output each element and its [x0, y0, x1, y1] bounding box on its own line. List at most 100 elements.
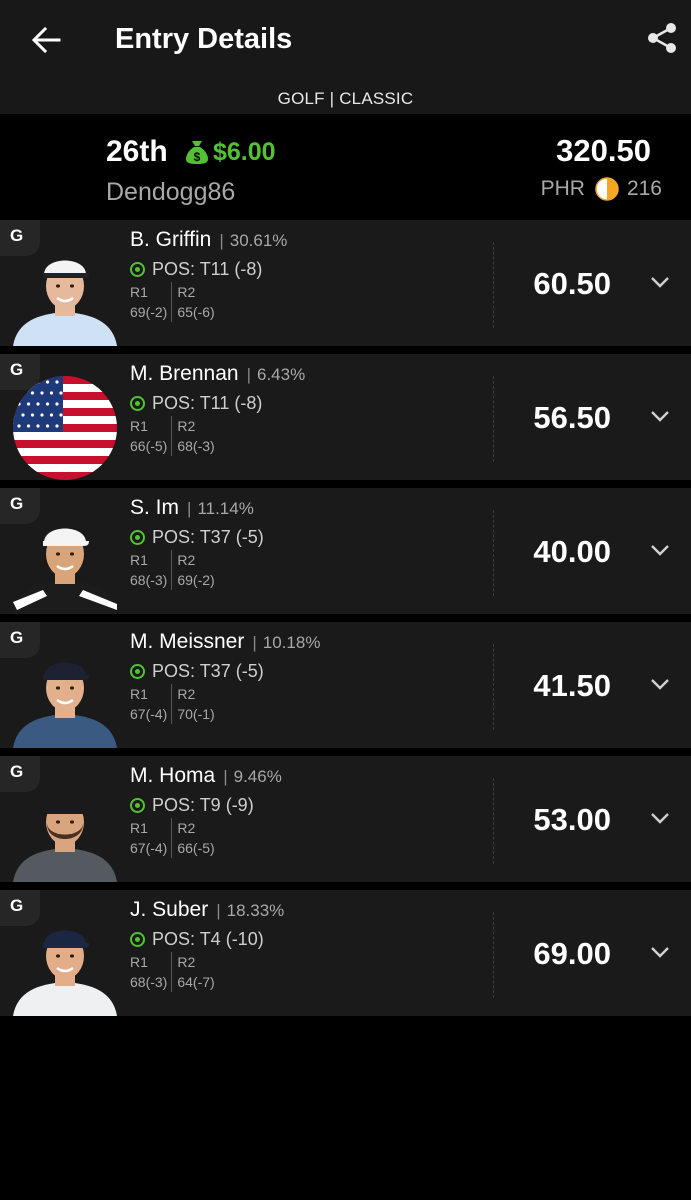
round-2-score: 66(-5): [177, 840, 215, 856]
tournament-position: POS: T9 (-9): [152, 795, 254, 815]
ownership-percent: 10.18%: [262, 633, 321, 652]
share-button[interactable]: [640, 18, 684, 58]
live-status-icon: [130, 797, 145, 813]
ownership-percent: 11.14%: [197, 499, 254, 518]
round-1: R1 69(-2): [130, 282, 167, 322]
chevron-down-icon: [651, 545, 669, 556]
separator: |: [187, 499, 192, 518]
back-arrow-icon: [31, 27, 61, 53]
round-1: R1 67(-4): [130, 684, 167, 724]
player-name: J. Suber: [130, 898, 209, 921]
ownership-percent: 6.43%: [256, 365, 306, 384]
player-card[interactable]: G M. Meissner | 10.18% POS: T37 (-5) R1 …: [0, 622, 691, 748]
round-1-score: 68(-3): [130, 974, 168, 990]
money-bag-icon: $: [186, 141, 208, 164]
tournament-position: POS: T37 (-5): [152, 661, 264, 681]
position-row: POS: T11 (-8): [130, 258, 262, 280]
round-2: R2 70(-1): [171, 684, 215, 724]
page-title: Entry Details: [115, 23, 293, 55]
player-card[interactable]: G B. Griffin | 30.61% POS: T11 (-8) R1 6…: [0, 220, 691, 346]
round-2: R2 65(-6): [171, 282, 215, 322]
player-photo: [13, 778, 117, 882]
expand-button[interactable]: [649, 274, 671, 290]
phr-progress-icon: [595, 177, 619, 201]
divider: [493, 376, 494, 462]
round-1-label: R1: [130, 418, 148, 434]
player-photo: [13, 912, 117, 1016]
chevron-down-icon: [651, 277, 669, 288]
player-points: 41.50: [533, 668, 611, 703]
position-row: POS: T9 (-9): [130, 794, 254, 816]
separator: |: [223, 767, 228, 786]
player-card[interactable]: G S. Im | 11.14% POS: T37 (-5) R1 68(-3)…: [0, 488, 691, 614]
username: Dendogg86: [106, 178, 236, 206]
round-1-score: 66(-5): [130, 438, 168, 454]
round-2: R2 68(-3): [171, 416, 215, 456]
player-points: 60.50: [533, 266, 611, 301]
chevron-down-icon: [651, 411, 669, 422]
expand-button[interactable]: [649, 408, 671, 424]
round-scores: R1 68(-3) R2 69(-2): [130, 550, 215, 590]
position-row: POS: T37 (-5): [130, 660, 264, 682]
player-photo: [13, 510, 117, 614]
total-points: 320.50: [556, 133, 651, 168]
prize-amount: $6.00: [213, 138, 276, 166]
contest-type-label: GOLF | CLASSIC: [277, 89, 414, 108]
position-row: POS: T37 (-5): [130, 526, 264, 548]
player-name: B. Griffin: [130, 228, 212, 251]
round-1-label: R1: [130, 552, 148, 568]
phr-value: 216: [626, 177, 662, 200]
player-name-row: M. Homa | 9.46%: [130, 764, 282, 788]
player-points: 40.00: [533, 534, 611, 569]
player-card[interactable]: G M. Homa | 9.46% POS: T9 (-9) R1 67(-4)…: [0, 756, 691, 882]
player-points: 69.00: [533, 936, 611, 971]
round-scores: R1 69(-2) R2 65(-6): [130, 282, 215, 322]
round-2: R2 66(-5): [171, 818, 215, 858]
back-button[interactable]: [26, 20, 66, 60]
round-2-score: 68(-3): [177, 438, 215, 454]
player-name: M. Brennan: [130, 362, 239, 385]
expand-button[interactable]: [649, 542, 671, 558]
round-scores: R1 68(-3) R2 64(-7): [130, 952, 215, 992]
svg-text:$: $: [194, 150, 201, 164]
ownership-percent: 9.46%: [233, 767, 282, 786]
player-points: 56.50: [533, 400, 611, 435]
expand-button[interactable]: [649, 810, 671, 826]
ownership-percent: 30.61%: [229, 231, 288, 250]
round-2-label: R2: [177, 820, 196, 836]
player-name-row: M. Meissner | 10.18%: [130, 630, 320, 654]
round-1-score: 69(-2): [130, 304, 168, 320]
round-1-label: R1: [130, 954, 148, 970]
chevron-down-icon: [651, 813, 669, 824]
player-card[interactable]: G J. Suber | 18.33% POS: T4 (-10) R1 68(…: [0, 890, 691, 1016]
round-1-label: R1: [130, 820, 148, 836]
top-app-bar: Entry Details: [0, 0, 691, 84]
separator: |: [252, 633, 257, 652]
tournament-position: POS: T11 (-8): [152, 393, 263, 413]
round-2-score: 65(-6): [177, 304, 215, 320]
separator: |: [219, 231, 224, 250]
player-name-row: B. Griffin | 30.61%: [130, 228, 287, 252]
round-scores: R1 66(-5) R2 68(-3): [130, 416, 215, 456]
player-card[interactable]: G M. Brennan | 6.43% POS: T11 (-8) R1 66…: [0, 354, 691, 480]
divider: [493, 778, 494, 864]
player-photo: [13, 376, 117, 480]
tournament-position: POS: T4 (-10): [152, 929, 264, 949]
round-2-label: R2: [177, 686, 196, 702]
player-name-row: S. Im | 11.14%: [130, 496, 254, 520]
phr-indicator: PHR 216: [541, 174, 662, 204]
round-2: R2 69(-2): [171, 550, 215, 590]
live-status-icon: [130, 663, 145, 679]
round-2-label: R2: [177, 284, 196, 300]
tournament-position: POS: T11 (-8): [152, 259, 263, 279]
expand-button[interactable]: [649, 676, 671, 692]
position-row: POS: T4 (-10): [130, 928, 264, 950]
round-2: R2 64(-7): [171, 952, 215, 992]
expand-button[interactable]: [649, 944, 671, 960]
contest-type-bar: GOLF | CLASSIC: [0, 84, 691, 114]
player-name: S. Im: [130, 496, 180, 519]
round-1-score: 67(-4): [130, 706, 168, 722]
round-1-label: R1: [130, 284, 148, 300]
live-status-icon: [130, 931, 145, 947]
position-row: POS: T11 (-8): [130, 392, 262, 414]
